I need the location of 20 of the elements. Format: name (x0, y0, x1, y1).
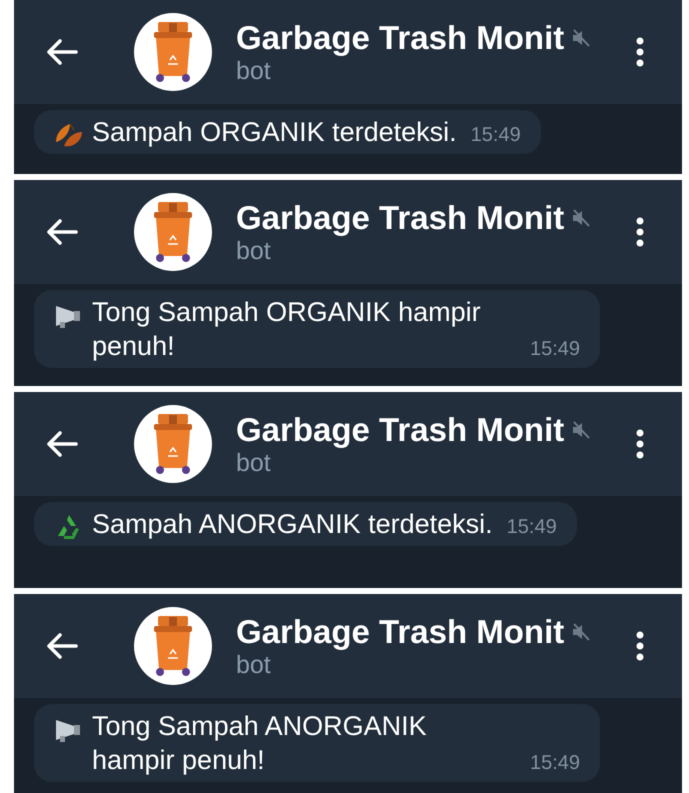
message-text: Tong Sampah ANORGANIK hampir penuh! (92, 710, 428, 777)
chat-subtitle: bot (236, 56, 272, 86)
menu-icon[interactable] (636, 630, 644, 662)
chat-title: Garbage Trash Monit (236, 198, 564, 237)
chat-title: Garbage Trash Monit (236, 612, 564, 651)
chat-subtitle: bot (236, 650, 272, 680)
chat-title: Garbage Trash Monit (236, 18, 564, 57)
menu-icon[interactable] (636, 36, 644, 68)
message-text: Sampah ORGANIK terdeteksi. (92, 116, 457, 149)
chat-subtitle: bot (236, 236, 272, 266)
message-time: 15:49 (506, 514, 557, 540)
message-text: Sampah ANORGANIK terdeteksi. (92, 508, 493, 541)
message-time: 15:49 (530, 750, 580, 776)
message-text: Tong Sampah ORGANIK hampir penuh! (92, 296, 482, 363)
chat-title: Garbage Trash Monit (236, 410, 564, 449)
menu-icon[interactable] (636, 428, 644, 460)
message-time: 15:49 (470, 122, 521, 148)
chat-subtitle: bot (236, 448, 272, 478)
message-time: 15:49 (530, 336, 580, 362)
menu-icon[interactable] (636, 216, 644, 248)
